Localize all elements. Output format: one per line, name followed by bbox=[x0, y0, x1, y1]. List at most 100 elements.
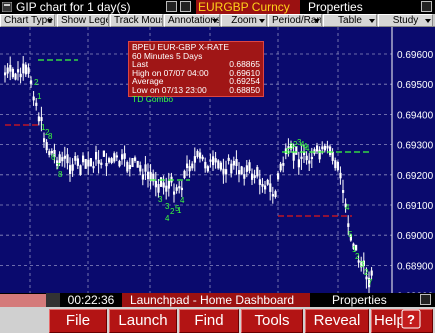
tools-menu[interactable]: Tools bbox=[241, 309, 303, 333]
candle-body bbox=[334, 160, 337, 169]
maximize-icon[interactable] bbox=[180, 1, 191, 12]
launchpad-titlebar: 00:22:36 Launchpad - Home Dashboard Prop… bbox=[0, 293, 435, 307]
candle-body bbox=[128, 164, 131, 170]
zoom-button[interactable]: Zoom bbox=[221, 14, 267, 27]
properties-link[interactable]: Properties bbox=[300, 0, 415, 14]
candle-body bbox=[321, 146, 324, 150]
y-tick-label: 0.69500 bbox=[397, 80, 434, 91]
file-menu[interactable]: File bbox=[49, 309, 107, 333]
candle-body bbox=[230, 163, 233, 174]
td-combo-label[interactable]: TD Combo bbox=[132, 94, 173, 104]
chart-type-button[interactable]: Chart Type bbox=[0, 14, 55, 27]
td-count-green: 6 bbox=[51, 153, 56, 162]
candle-body bbox=[43, 138, 46, 143]
candle-body bbox=[253, 175, 256, 178]
window-menu-icon[interactable] bbox=[2, 2, 12, 12]
candle-body bbox=[225, 169, 228, 175]
table-button[interactable]: Table bbox=[323, 14, 377, 27]
candle-body bbox=[113, 153, 116, 162]
candle-body bbox=[180, 187, 183, 191]
candle-body bbox=[243, 174, 246, 179]
td-count-green: 5 bbox=[348, 230, 353, 239]
candle-body bbox=[256, 167, 259, 177]
candle-body bbox=[339, 172, 342, 179]
launchpad-close-icon[interactable] bbox=[420, 294, 431, 305]
launchpad-properties-link[interactable]: Properties bbox=[312, 293, 392, 307]
help-icon[interactable]: ? bbox=[401, 309, 421, 329]
candle-body bbox=[238, 170, 241, 175]
candle-body bbox=[71, 164, 74, 171]
y-tick-label: 0.69100 bbox=[397, 201, 434, 212]
candle-body bbox=[32, 96, 35, 101]
candle-body bbox=[126, 162, 129, 172]
candle-body bbox=[204, 161, 207, 169]
candle-body bbox=[134, 157, 137, 161]
chart-titlebar: GIP chart for 1 day(s) EURGBP Curncy Pro… bbox=[0, 0, 435, 14]
candle-body bbox=[370, 270, 373, 276]
candle-body bbox=[191, 163, 194, 169]
candle-body bbox=[308, 160, 311, 164]
candle-body bbox=[89, 158, 92, 167]
launchpad-title: Launchpad - Home Dashboard bbox=[122, 293, 310, 307]
chart-title: GIP chart for 1 day(s) bbox=[0, 0, 160, 14]
launch-menu[interactable]: Launch bbox=[109, 309, 177, 333]
candle-body bbox=[100, 162, 103, 165]
candle-body bbox=[245, 165, 248, 172]
candle-body bbox=[269, 183, 272, 192]
candle-body bbox=[318, 149, 321, 160]
candle-body bbox=[131, 157, 134, 168]
candle-body bbox=[37, 116, 40, 122]
candle-body bbox=[162, 182, 165, 188]
security-symbol[interactable]: EURGBP Curncy bbox=[196, 0, 300, 14]
candle-body bbox=[4, 72, 7, 76]
study-button[interactable]: Study bbox=[378, 14, 433, 27]
td-count: 4 bbox=[345, 203, 350, 212]
candle-body bbox=[266, 179, 269, 185]
td-count-green: 1 bbox=[37, 92, 42, 101]
candle-body bbox=[264, 185, 267, 190]
y-tick-label: 0.69600 bbox=[397, 50, 434, 61]
candle-body bbox=[342, 190, 345, 193]
candle-body bbox=[84, 158, 87, 169]
candle-body bbox=[66, 154, 69, 164]
track-mouse-button[interactable]: Track Mouse bbox=[110, 14, 163, 27]
find-menu[interactable]: Find bbox=[179, 309, 239, 333]
td-count-green: 2 bbox=[34, 78, 39, 87]
candle-body bbox=[212, 156, 215, 166]
candle-body bbox=[235, 158, 238, 166]
candle-body bbox=[19, 73, 22, 78]
candle-body bbox=[188, 166, 191, 172]
candle-body bbox=[232, 160, 235, 166]
reveal-menu[interactable]: Reveal bbox=[305, 309, 369, 333]
candle-body bbox=[35, 102, 38, 106]
candle-body bbox=[123, 153, 126, 159]
candle-body bbox=[222, 168, 225, 174]
period-range-button[interactable]: Period/Range bbox=[268, 14, 322, 27]
candle-body bbox=[157, 184, 160, 193]
candle-body bbox=[121, 154, 124, 160]
candle-body bbox=[11, 68, 14, 78]
candle-body bbox=[217, 160, 220, 169]
candle-body bbox=[292, 151, 295, 161]
dropdown-arrow-icon bbox=[259, 19, 265, 23]
candle-body bbox=[74, 155, 77, 161]
candle-body bbox=[331, 151, 334, 161]
close-icon[interactable] bbox=[421, 1, 432, 12]
show-legend-button[interactable]: Show Legend bbox=[57, 14, 109, 27]
minimize-icon[interactable] bbox=[166, 1, 177, 12]
candle-body bbox=[22, 63, 25, 74]
candle-body bbox=[108, 158, 111, 163]
candle-body bbox=[69, 165, 72, 174]
candle-body bbox=[92, 166, 95, 169]
candle-body bbox=[274, 191, 277, 198]
annotations-button[interactable]: Annotations bbox=[164, 14, 220, 27]
candle-body bbox=[154, 180, 157, 188]
y-tick-label: 0.69300 bbox=[397, 141, 434, 152]
td-count-green: 3 bbox=[158, 195, 163, 204]
candle-body bbox=[105, 163, 108, 167]
candle-body bbox=[95, 151, 98, 160]
candle-body bbox=[61, 157, 64, 162]
candle-body bbox=[240, 166, 243, 175]
security-info-box[interactable]: BPEU EUR-GBP X-RATE 60 Minutes 5 Days La… bbox=[128, 41, 264, 103]
candle-body bbox=[279, 163, 282, 171]
